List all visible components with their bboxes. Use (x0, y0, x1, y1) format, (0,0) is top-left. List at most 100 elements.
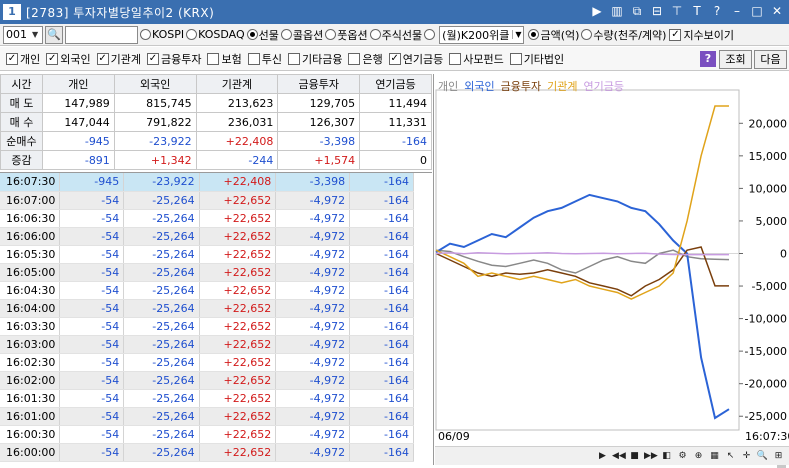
maximize-icon[interactable]: □ (749, 3, 765, 19)
table-row[interactable]: 16:07:00 -54 -25,264 +22,652 -4,972 -164 (0, 191, 414, 210)
pin-icon[interactable]: ⊤ (669, 3, 685, 19)
row-value: -54 (59, 227, 125, 246)
settings-icon[interactable]: ⚙ (676, 450, 689, 463)
copy-icon[interactable]: ⧉ (629, 3, 645, 19)
row-value: -164 (349, 263, 414, 282)
radio-kospi[interactable]: KOSPI (140, 28, 184, 41)
row-value: -54 (59, 299, 125, 318)
stop-icon[interactable]: ■ (628, 450, 641, 463)
crosshair-icon[interactable]: ✛ (740, 450, 753, 463)
row-value: -3,398 (275, 173, 351, 192)
table-row[interactable]: 16:04:00 -54 -25,264 +22,652 -4,972 -164 (0, 299, 414, 318)
code-select[interactable]: 001 ▼ (3, 25, 43, 44)
investor-checkbox[interactable]: 은행 (348, 51, 383, 67)
row-value: -54 (59, 281, 125, 300)
investor-checkbox[interactable]: 기타금융 (287, 51, 343, 67)
investor-checkbox[interactable]: ✓ 외국인 (46, 51, 91, 67)
row-value: -25,264 (123, 263, 200, 282)
table-row[interactable]: 16:06:00 -54 -25,264 +22,652 -4,972 -164 (0, 227, 414, 246)
table-row[interactable]: 16:01:30 -54 -25,264 +22,652 -4,972 -164 (0, 389, 414, 408)
close-icon[interactable]: ✕ (769, 3, 785, 19)
row-value: -164 (349, 407, 414, 426)
radio-weekly[interactable] (424, 29, 436, 40)
y-tick-label: 5,000 (756, 215, 788, 228)
investor-checkbox[interactable]: ✓ 개인 (6, 51, 40, 67)
zoom-icon[interactable]: ⊕ (692, 450, 705, 463)
help-button[interactable]: ? (700, 51, 716, 67)
table-row[interactable]: 16:00:00 -54 -25,264 +22,652 -4,972 -164 (0, 443, 414, 462)
table-row[interactable]: 16:01:00 -54 -25,264 +22,652 -4,972 -164 (0, 407, 414, 426)
table-icon[interactable]: ▦ (708, 450, 721, 463)
row-value: -54 (59, 317, 125, 336)
summary-cell: 815,745 (113, 93, 197, 113)
radio-quantity[interactable]: 수량(천주/계약) (581, 27, 666, 43)
checkbox-label: 기관계 (110, 52, 141, 66)
investor-checkbox[interactable]: ✓ 기관계 (96, 51, 141, 67)
legend-entry: 외국인 (464, 80, 495, 93)
summary-cell: 147,989 (41, 93, 115, 113)
radio-put-option[interactable]: 풋옵션 (325, 27, 368, 43)
radio-amount[interactable]: 금액(억) (528, 27, 579, 43)
table-row[interactable]: 16:07:30 -945 -23,922 +22,408 -3,398 -164 (0, 173, 414, 192)
show-index-checkbox[interactable]: ✓ 지수보이기 (669, 27, 734, 43)
help-icon[interactable]: ? (709, 3, 725, 19)
investor-checkbox[interactable]: 투신 (247, 51, 282, 67)
cursor-icon[interactable]: ↖ (724, 450, 737, 463)
table-row[interactable]: 16:05:00 -54 -25,264 +22,652 -4,972 -164 (0, 263, 414, 282)
weekly-select[interactable]: (월)K200위클 ▼ (439, 25, 525, 44)
row-time: 16:07:30 (0, 173, 61, 192)
row-value: -4,972 (275, 353, 351, 372)
summary-cell: 11,494 (359, 93, 432, 113)
table-row[interactable]: 16:04:30 -54 -25,264 +22,652 -4,972 -164 (0, 281, 414, 300)
search-button[interactable]: 🔍 (45, 25, 63, 44)
investor-checkbox[interactable]: 기타법인 (509, 51, 564, 67)
investor-checkbox[interactable]: ✓ 금융투자 (147, 51, 201, 67)
summary-header-row: 시간 개인 외국인 기관계 금융투자 연기금등 (0, 74, 432, 94)
row-value: -164 (349, 389, 414, 408)
row-time: 16:06:30 (0, 209, 61, 228)
table-row[interactable]: 16:00:30 -54 -25,264 +22,652 -4,972 -164 (0, 425, 414, 444)
table-row[interactable]: 16:02:30 -54 -25,264 +22,652 -4,972 -164 (0, 353, 414, 372)
investor-checkbox[interactable]: 사모펀드 (449, 51, 504, 67)
radio-stock-futures[interactable]: 주식선물 (369, 27, 422, 43)
next-button[interactable]: 다음 (754, 50, 787, 69)
investor-checkbox[interactable]: ✓ 연기금등 (388, 51, 443, 67)
grid-icon[interactable]: ⊞ (772, 450, 785, 463)
forward-icon[interactable]: ▶▶ (644, 450, 658, 463)
row-value: -25,264 (123, 335, 200, 354)
stock-name-input[interactable] (65, 25, 138, 44)
checkbox-label: 기타금융 (301, 52, 343, 66)
radio-label: KOSPI (152, 28, 185, 41)
table-row[interactable]: 16:02:00 -54 -25,264 +22,652 -4,972 -164 (0, 371, 414, 390)
summary-cell: 0 (359, 150, 432, 170)
checkbox-label: 금융투자 (161, 52, 202, 66)
query-button[interactable]: 조회 (719, 50, 752, 69)
table-row[interactable]: 16:03:00 -54 -25,264 +22,652 -4,972 -164 (0, 335, 414, 354)
summary-cell: -23,922 (113, 131, 197, 151)
row-time: 16:01:00 (0, 407, 61, 426)
menu-icon[interactable]: ▥ (609, 3, 625, 19)
investor-checkbox[interactable]: 보험 (207, 51, 242, 67)
radio-futures[interactable]: 선물 (246, 27, 279, 43)
radio-call-option[interactable]: 콜옵션 (280, 27, 324, 43)
link-icon[interactable]: ⊟ (649, 3, 665, 19)
row-time: 16:03:00 (0, 335, 61, 354)
play-icon[interactable]: ▶ (596, 450, 609, 463)
search-icon[interactable]: 🔍 (756, 450, 769, 463)
legend-entry: 개인 (438, 80, 459, 93)
arrow-right-icon[interactable]: ▶ (589, 3, 605, 19)
chart-panel: 20,000 15,000 10,000 5,000 0 -5,000 -10,000 -15… (433, 74, 789, 465)
row-value: -164 (349, 209, 414, 228)
minimize-icon[interactable]: – (729, 3, 745, 19)
table-row[interactable]: 16:03:30 -54 -25,264 +22,652 -4,972 -164 (0, 317, 414, 336)
radio-kosdaq[interactable]: KOSDAQ (186, 28, 245, 41)
rewind-icon[interactable]: ◀◀ (612, 450, 626, 463)
table-row[interactable]: 16:05:30 -54 -25,264 +22,652 -4,972 -164 (0, 245, 414, 264)
radio-label: 콜옵션 (292, 28, 324, 42)
summary-table: 시간 개인 외국인 기관계 금융투자 연기금등 매 도 147,989 815,745 213,… (0, 74, 432, 170)
table-row[interactable]: 16:06:30 -54 -25,264 +22,652 -4,972 -164 (0, 209, 414, 228)
toggle-icon[interactable]: ◧ (660, 450, 673, 463)
summary-row-label: 순매수 (0, 131, 43, 151)
row-value: +22,652 (199, 299, 277, 318)
text-icon[interactable]: T (689, 3, 705, 19)
